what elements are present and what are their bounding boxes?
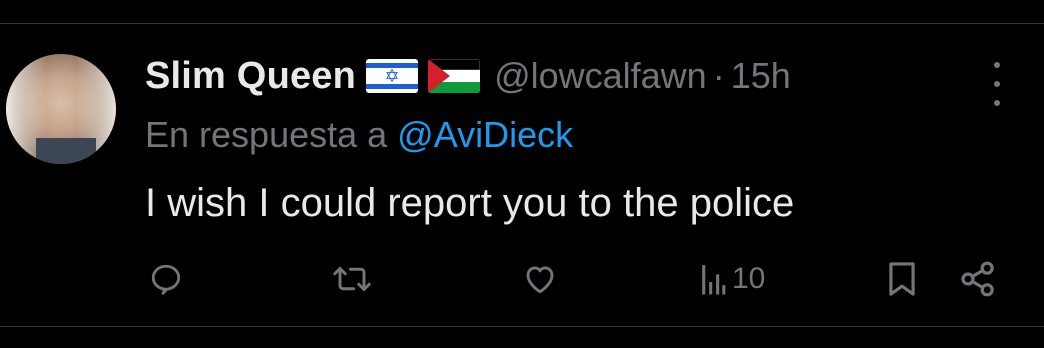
tweet-header: Slim Queen ✡ @lowcalfawn · 15h <box>145 54 791 98</box>
reply-context: En respuesta a @AviDieck <box>145 114 573 156</box>
reply-icon <box>151 264 181 295</box>
bookmark-button[interactable] <box>886 256 918 302</box>
reply-to-mention[interactable]: @AviDieck <box>397 114 573 155</box>
tweet-text: I wish I could report you to the police <box>145 181 795 225</box>
bookmark-icon <box>889 262 915 296</box>
bottom-divider <box>0 326 1044 327</box>
separator-dot: · <box>712 55 725 96</box>
views-icon <box>702 265 726 295</box>
tweet[interactable]: Slim Queen ✡ @lowcalfawn · 15h En respue… <box>0 24 1044 326</box>
palestine-flag-icon <box>428 59 481 93</box>
israel-flag-icon: ✡ <box>366 59 419 93</box>
action-bar: 10 <box>0 256 1044 302</box>
views-count: 10 <box>732 262 766 295</box>
author-handle[interactable]: @lowcalfawn <box>494 55 707 97</box>
views-button[interactable]: 10 <box>700 256 765 302</box>
like-button[interactable] <box>521 256 559 302</box>
reply-button[interactable] <box>148 256 184 302</box>
avatar[interactable] <box>6 54 116 164</box>
retweet-button[interactable] <box>331 256 373 302</box>
reply-prefix: En respuesta a <box>145 114 388 155</box>
timestamp[interactable]: 15h <box>731 55 791 97</box>
more-options-icon[interactable] <box>984 60 1010 110</box>
like-icon <box>526 266 554 294</box>
author-display-name[interactable]: Slim Queen <box>145 55 356 98</box>
share-button[interactable] <box>958 256 998 302</box>
retweet-icon <box>333 267 371 291</box>
share-icon <box>961 261 994 297</box>
